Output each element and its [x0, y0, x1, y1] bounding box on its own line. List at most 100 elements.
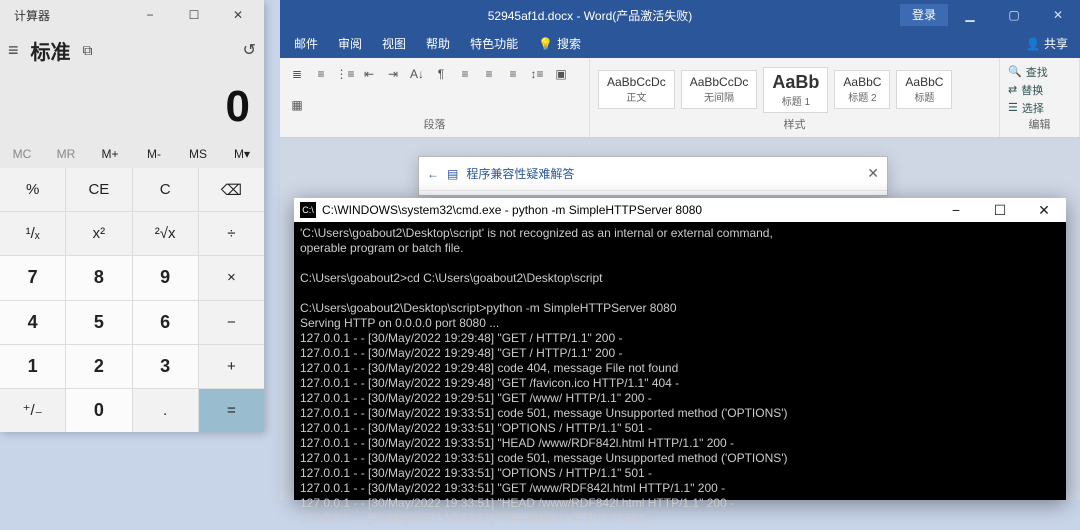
- align-left-icon[interactable]: ≡: [456, 65, 474, 83]
- key-CE[interactable]: CE: [66, 168, 131, 211]
- bullets-icon[interactable]: ≣: [288, 65, 306, 83]
- calc-minimize-icon[interactable]: −: [128, 0, 172, 30]
- calc-title: 计算器: [4, 7, 128, 24]
- key-5[interactable]: 5: [66, 301, 131, 344]
- pin-icon[interactable]: ⧉: [83, 42, 93, 59]
- word-share-button[interactable]: 👤 共享: [1014, 29, 1080, 58]
- key-=[interactable]: =: [199, 389, 264, 432]
- find-button[interactable]: 🔍查找: [1008, 64, 1048, 80]
- calc-mode: 标准: [31, 36, 71, 65]
- borders-icon[interactable]: ▦: [288, 96, 306, 114]
- word-ribbon: ≣ ≡ ⋮≡ ⇤ ⇥ A↓ ¶ ≡ ≡ ≡ ↕≡ ▣ ▦ 段落 AaBbCcDc…: [280, 58, 1080, 138]
- indent-increase-icon[interactable]: ⇥: [384, 65, 402, 83]
- word-search-label: 搜索: [557, 35, 581, 52]
- cmd-close-icon[interactable]: ✕: [1022, 202, 1066, 219]
- key-0[interactable]: 0: [66, 389, 131, 432]
- word-close-icon[interactable]: ✕: [1036, 8, 1080, 22]
- style-标题 1[interactable]: AaBb标题 1: [763, 67, 828, 113]
- dialog-titlebar[interactable]: ← ▤ 程序兼容性疑难解答 ✕: [419, 157, 887, 191]
- key-−[interactable]: −: [199, 301, 264, 344]
- key-⁺/₋[interactable]: ⁺/₋: [0, 389, 65, 432]
- word-share-label: 共享: [1044, 37, 1068, 51]
- tab-mail[interactable]: 邮件: [284, 29, 328, 58]
- indent-decrease-icon[interactable]: ⇤: [360, 65, 378, 83]
- key-4[interactable]: 4: [0, 301, 65, 344]
- cmd-titlebar: C:\ C:\WINDOWS\system32\cmd.exe - python…: [294, 198, 1066, 222]
- word-search[interactable]: 💡 搜索: [528, 29, 591, 58]
- word-title-text: 52945af1d.docx - Word(产品激活失败): [280, 7, 900, 24]
- dialog-title: 程序兼容性疑难解答: [466, 165, 574, 182]
- cmd-output[interactable]: 'C:\Users\goabout2\Desktop\script' is no…: [294, 222, 1066, 530]
- hamburger-icon[interactable]: ≡: [8, 40, 19, 61]
- cmd-minimize-icon[interactable]: −: [934, 202, 978, 218]
- align-center-icon[interactable]: ≡: [480, 65, 498, 83]
- mem-m▾[interactable]: M▾: [220, 140, 264, 168]
- calculator-window: 计算器 − ☐ ✕ ≡ 标准 ⧉ ↺ 0 MCMRM+M-MSM▾ %CEC⌫ ¹…: [0, 0, 264, 432]
- tab-help[interactable]: 帮助: [416, 29, 460, 58]
- mem-m-[interactable]: M-: [132, 140, 176, 168]
- numbering-icon[interactable]: ≡: [312, 65, 330, 83]
- multilevel-icon[interactable]: ⋮≡: [336, 65, 354, 83]
- key-¹/ₓ[interactable]: ¹/ₓ: [0, 212, 65, 255]
- key-÷[interactable]: ÷: [199, 212, 264, 255]
- word-minimize-icon[interactable]: ▁: [948, 8, 992, 22]
- word-tabs: 邮件 审阅 视图 帮助 特色功能 💡 搜索 👤 共享: [280, 30, 1080, 58]
- key-⌫[interactable]: ⌫: [199, 168, 264, 211]
- ribbon-label-paragraph: 段落: [288, 117, 581, 133]
- key-3[interactable]: 3: [133, 345, 198, 388]
- mem-ms[interactable]: MS: [176, 140, 220, 168]
- calc-memory-row: MCMRM+M-MSM▾: [0, 140, 264, 168]
- key-7[interactable]: 7: [0, 256, 65, 299]
- back-icon[interactable]: ←: [427, 167, 439, 181]
- mem-mr[interactable]: MR: [44, 140, 88, 168]
- style-标题 2[interactable]: AaBbC标题 2: [834, 70, 890, 109]
- history-icon[interactable]: ↺: [243, 40, 256, 60]
- key-%[interactable]: %: [0, 168, 65, 211]
- key-8[interactable]: 8: [66, 256, 131, 299]
- mem-mc[interactable]: MC: [0, 140, 44, 168]
- bulb-icon: 💡: [538, 37, 553, 51]
- word-titlebar: 52945af1d.docx - Word(产品激活失败) 登录 ▁ ▢ ✕: [280, 0, 1080, 30]
- key-.[interactable]: .: [133, 389, 198, 432]
- key-9[interactable]: 9: [133, 256, 198, 299]
- key-1[interactable]: 1: [0, 345, 65, 388]
- style-无间隔[interactable]: AaBbCcDc无间隔: [681, 70, 758, 109]
- styles-gallery[interactable]: AaBbCcDc正文AaBbCcDc无间隔AaBb标题 1AaBbC标题 2Aa…: [598, 62, 991, 117]
- style-标题[interactable]: AaBbC标题: [896, 70, 952, 109]
- sort-icon[interactable]: A↓: [408, 65, 426, 83]
- cmd-window: C:\ C:\WINDOWS\system32\cmd.exe - python…: [294, 198, 1066, 500]
- tab-view[interactable]: 视图: [372, 29, 416, 58]
- key-C[interactable]: C: [133, 168, 198, 211]
- calc-display: 0: [0, 70, 264, 140]
- ribbon-label-edit: 编辑: [1008, 117, 1071, 133]
- key-+[interactable]: +: [199, 345, 264, 388]
- paragraph-mark-icon[interactable]: ¶: [432, 65, 450, 83]
- dialog-close-icon[interactable]: ✕: [867, 165, 879, 182]
- line-spacing-icon[interactable]: ↕≡: [528, 65, 546, 83]
- ribbon-group-edit: 🔍查找 ⇄替换 ☰选择 编辑: [1000, 58, 1080, 137]
- tab-review[interactable]: 审阅: [328, 29, 372, 58]
- key-²√x[interactable]: ²√x: [133, 212, 198, 255]
- word-login-button[interactable]: 登录: [900, 4, 948, 26]
- mem-m+[interactable]: M+: [88, 140, 132, 168]
- calc-titlebar: 计算器 − ☐ ✕: [0, 0, 264, 30]
- key-×[interactable]: ×: [199, 256, 264, 299]
- dialog-icon: ▤: [447, 167, 458, 181]
- key-x²[interactable]: x²: [66, 212, 131, 255]
- replace-button[interactable]: ⇄替换: [1008, 82, 1048, 98]
- calc-maximize-icon[interactable]: ☐: [172, 0, 216, 30]
- key-2[interactable]: 2: [66, 345, 131, 388]
- select-icon: ☰: [1008, 101, 1018, 114]
- word-maximize-icon[interactable]: ▢: [992, 8, 1036, 22]
- cmd-maximize-icon[interactable]: ☐: [978, 202, 1022, 219]
- shading-icon[interactable]: ▣: [552, 65, 570, 83]
- calc-header: ≡ 标准 ⧉ ↺: [0, 30, 264, 70]
- tab-special[interactable]: 特色功能: [460, 29, 528, 58]
- select-button[interactable]: ☰选择: [1008, 100, 1048, 116]
- ribbon-group-styles: AaBbCcDc正文AaBbCcDc无间隔AaBb标题 1AaBbC标题 2Aa…: [590, 58, 1000, 137]
- key-6[interactable]: 6: [133, 301, 198, 344]
- align-right-icon[interactable]: ≡: [504, 65, 522, 83]
- style-正文[interactable]: AaBbCcDc正文: [598, 70, 675, 109]
- calc-close-icon[interactable]: ✕: [216, 0, 260, 30]
- cmd-icon: C:\: [300, 202, 316, 218]
